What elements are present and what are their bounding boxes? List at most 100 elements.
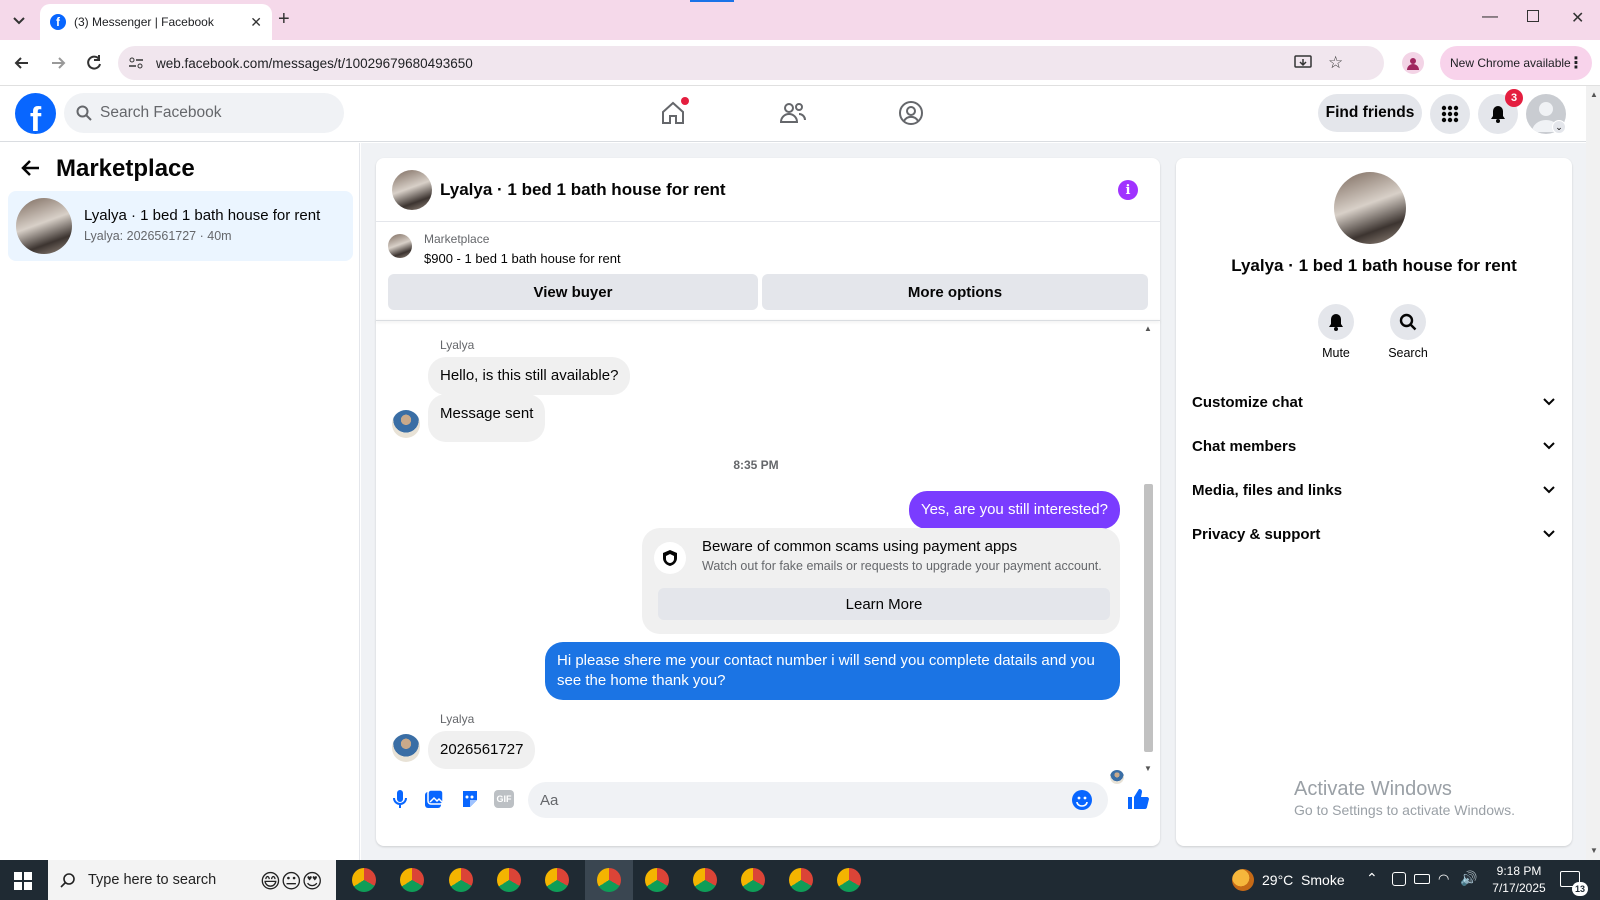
search-placeholder: Search Facebook bbox=[100, 104, 222, 121]
sticker-icon[interactable] bbox=[460, 789, 480, 809]
privacy-support-section[interactable]: Privacy & support bbox=[1192, 512, 1556, 556]
chrome-app-icon[interactable] bbox=[837, 868, 861, 892]
chevron-down-icon bbox=[1542, 529, 1556, 539]
tab-close-icon[interactable]: ✕ bbox=[250, 14, 262, 31]
media-files-links-section[interactable]: Media, files and links bbox=[1192, 468, 1556, 512]
chrome-app-icon[interactable] bbox=[352, 868, 376, 892]
section-label: Chat members bbox=[1192, 437, 1297, 455]
forward-arrow-icon[interactable] bbox=[48, 53, 68, 73]
menu-grid-icon[interactable] bbox=[1430, 94, 1470, 134]
weather-icon[interactable] bbox=[1232, 869, 1254, 891]
minimize-icon[interactable]: — bbox=[1482, 8, 1498, 26]
chrome-app-icon[interactable] bbox=[497, 868, 521, 892]
conversation-item[interactable]: Lyalya · 1 bed 1 bath house for rent Lya… bbox=[8, 191, 353, 261]
listing-summary[interactable]: $900 - 1 bed 1 bath house for rent bbox=[424, 251, 621, 266]
tab-indicator bbox=[690, 0, 734, 2]
install-app-icon[interactable] bbox=[1294, 54, 1312, 72]
account-chevron-icon[interactable]: ⌄ bbox=[1552, 120, 1566, 134]
facebook-logo-icon[interactable]: f bbox=[15, 93, 56, 134]
message-sender-label: Lyalya bbox=[440, 712, 475, 726]
weather-text[interactable]: 29°C Smoke bbox=[1262, 872, 1345, 888]
site-info-icon[interactable] bbox=[128, 55, 144, 71]
learn-more-button[interactable]: Learn More bbox=[658, 588, 1110, 620]
conversation-preview: Lyalya: 2026561727 · 40m bbox=[84, 229, 232, 243]
page-scrollbar[interactable]: ▲ ▼ bbox=[1586, 86, 1600, 860]
wifi-icon[interactable]: ◠ bbox=[1438, 871, 1449, 887]
windows-start-icon[interactable] bbox=[14, 872, 32, 890]
scam-warning-title: Beware of common scams using payment app… bbox=[702, 538, 1018, 555]
address-bar[interactable]: web.facebook.com/messages/t/100296796804… bbox=[118, 46, 1384, 80]
chrome-app-icon[interactable] bbox=[400, 868, 424, 892]
sender-avatar[interactable] bbox=[392, 734, 420, 762]
new-chrome-button[interactable]: New Chrome available ⋮ bbox=[1440, 46, 1592, 80]
chrome-app-icon[interactable] bbox=[449, 868, 473, 892]
clock[interactable]: 9:18 PM 7/17/2025 bbox=[1488, 863, 1550, 897]
conversation-name: Lyalya · 1 bed 1 bath house for rent bbox=[84, 207, 321, 224]
attach-photo-icon[interactable] bbox=[424, 789, 444, 809]
thumbs-up-icon[interactable] bbox=[1126, 787, 1150, 811]
chrome-app-icon[interactable] bbox=[741, 868, 765, 892]
bookmark-star-icon[interactable]: ☆ bbox=[1328, 53, 1343, 73]
meet-now-icon[interactable] bbox=[1392, 872, 1406, 886]
groups-icon[interactable] bbox=[898, 100, 924, 126]
battery-icon[interactable] bbox=[1414, 874, 1430, 884]
browser-tab[interactable]: f (3) Messenger | Facebook ✕ bbox=[40, 4, 272, 40]
close-window-icon[interactable]: ✕ bbox=[1571, 8, 1584, 28]
more-options-button[interactable]: More options bbox=[762, 274, 1148, 310]
facebook-search-input[interactable]: Search Facebook bbox=[64, 93, 344, 133]
read-receipt-avatar bbox=[1110, 770, 1124, 784]
sender-avatar[interactable] bbox=[392, 410, 420, 438]
incoming-message[interactable]: Hello, is this still available? bbox=[428, 357, 631, 395]
activate-windows-title: Activate Windows bbox=[1294, 778, 1452, 800]
facebook-favicon-icon: f bbox=[50, 14, 66, 30]
chrome-app-icon[interactable] bbox=[693, 868, 717, 892]
chat-header-title[interactable]: Lyalya · 1 bed 1 bath house for rent bbox=[440, 180, 726, 200]
home-icon[interactable] bbox=[660, 97, 689, 126]
emoji-icon[interactable] bbox=[1072, 790, 1092, 810]
back-to-marketplace-icon[interactable] bbox=[20, 157, 42, 179]
incoming-message[interactable]: Message sent bbox=[428, 394, 546, 442]
find-friends-button[interactable]: Find friends bbox=[1318, 94, 1422, 132]
page-scroll-up-icon[interactable]: ▲ bbox=[1590, 90, 1598, 99]
incoming-message[interactable]: 2026561727 bbox=[428, 731, 536, 769]
chat-scrollbar[interactable]: ▲ ▼ bbox=[1142, 324, 1154, 774]
message-composer-input[interactable]: Aa bbox=[528, 782, 1108, 818]
info-avatar[interactable] bbox=[1334, 172, 1406, 244]
chat-scroll-up-icon[interactable]: ▲ bbox=[1144, 324, 1152, 333]
taskbar-search-placeholder: Type here to search bbox=[88, 872, 217, 888]
gif-icon[interactable]: GIF bbox=[494, 790, 514, 808]
tab-search-chevron-icon[interactable] bbox=[8, 10, 30, 30]
chat-header-avatar[interactable] bbox=[392, 170, 432, 210]
chrome-menu-dots-icon[interactable]: ⋮ bbox=[1568, 53, 1584, 73]
chrome-app-icon[interactable] bbox=[597, 868, 621, 892]
chat-scroll-thumb[interactable] bbox=[1144, 484, 1153, 752]
profile-icon[interactable] bbox=[1402, 52, 1424, 74]
reload-icon[interactable] bbox=[84, 53, 104, 73]
conversation-info-icon[interactable]: i bbox=[1118, 180, 1138, 200]
chat-scroll-down-icon[interactable]: ▼ bbox=[1144, 764, 1152, 773]
chrome-app-icon[interactable] bbox=[789, 868, 813, 892]
taskbar-search-input[interactable]: Type here to search 😄😐😍 bbox=[48, 860, 336, 900]
page-scroll-down-icon[interactable]: ▼ bbox=[1590, 846, 1598, 855]
outgoing-message[interactable]: Hi please shere me your contact number i… bbox=[545, 642, 1120, 700]
customize-chat-section[interactable]: Customize chat bbox=[1192, 380, 1556, 424]
mute-label[interactable]: Mute bbox=[1298, 346, 1374, 360]
mute-bell-icon[interactable] bbox=[1318, 304, 1354, 340]
chrome-app-icon[interactable] bbox=[645, 868, 669, 892]
volume-icon[interactable]: 🔊 bbox=[1460, 870, 1477, 887]
new-tab-plus-icon[interactable]: + bbox=[278, 8, 290, 31]
activate-windows-subtitle: Go to Settings to activate Windows. bbox=[1294, 802, 1515, 818]
voice-clip-icon[interactable] bbox=[390, 788, 410, 810]
chat-members-section[interactable]: Chat members bbox=[1192, 424, 1556, 468]
search-label[interactable]: Search bbox=[1370, 346, 1446, 360]
view-buyer-button[interactable]: View buyer bbox=[388, 274, 758, 310]
search-conversation-icon[interactable] bbox=[1390, 304, 1426, 340]
back-arrow-icon[interactable] bbox=[12, 53, 32, 73]
restore-icon[interactable] bbox=[1527, 10, 1539, 22]
outgoing-message[interactable]: Yes, are you still interested? bbox=[908, 491, 1120, 529]
tray-chevron-icon[interactable]: ⌃ bbox=[1366, 870, 1378, 887]
friends-icon[interactable] bbox=[779, 100, 807, 126]
chevron-down-icon bbox=[1542, 397, 1556, 407]
conversation-list-panel: Marketplace Lyalya · 1 bed 1 bath house … bbox=[0, 143, 360, 860]
chrome-app-icon[interactable] bbox=[545, 868, 569, 892]
